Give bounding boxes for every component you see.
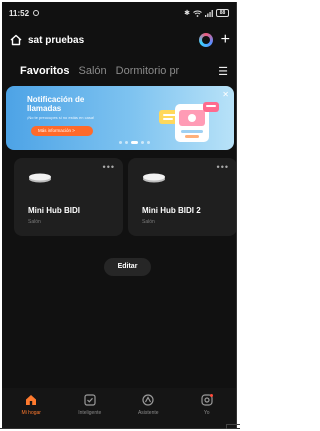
banner-page-dot — [119, 141, 122, 144]
screen-edge — [236, 2, 237, 428]
device-card[interactable]: ••• Mini Hub BIDI Salón — [14, 158, 123, 236]
call-notification-illustration — [159, 102, 219, 142]
banner-close-icon[interactable]: ✕ — [222, 90, 229, 99]
edit-button[interactable]: Editar — [104, 258, 151, 276]
nav-asistente[interactable]: Asistente — [119, 388, 178, 428]
home-header: sat pruebas + — [10, 30, 230, 50]
nav-label: Mi hogar — [21, 410, 41, 416]
promo-banner[interactable]: Notificación de llamadas ¡No te preocupe… — [6, 86, 234, 150]
bluetooth-icon: ✱ — [184, 10, 190, 17]
device-room: Salón — [142, 219, 155, 225]
mini-hub-device-icon — [143, 173, 165, 183]
banner-more-info-button[interactable]: Más información > — [31, 126, 93, 136]
add-device-button[interactable]: + — [221, 32, 230, 48]
nav-label: Asistente — [137, 410, 159, 416]
home-icon — [26, 395, 37, 405]
device-more-icon[interactable]: ••• — [103, 162, 115, 172]
assistant-icon — [142, 394, 154, 406]
wifi-icon — [193, 10, 202, 17]
nav-mi-hogar[interactable]: Mi hogar — [2, 388, 61, 428]
profile-icon — [201, 394, 213, 406]
banner-page-dot — [125, 141, 128, 144]
tabs-menu-icon[interactable]: ☰ — [214, 65, 228, 78]
tab-salon[interactable]: Salón — [79, 65, 107, 77]
banner-subtitle: ¡No te preocupes si no estás en casa! — [27, 115, 95, 120]
tab-favoritos[interactable]: Favoritos — [20, 65, 70, 77]
banner-page-dot-active — [131, 141, 138, 144]
nav-label: Inteligente — [78, 410, 102, 416]
device-room: Salón — [28, 219, 41, 225]
status-bar: 11:52 ✱ 88 — [2, 2, 236, 24]
nav-label: Yo — [203, 410, 210, 416]
banner-pagination — [119, 141, 150, 144]
signal-icon — [205, 9, 213, 17]
screen-bottom-edge — [0, 428, 240, 429]
nav-inteligente[interactable]: Inteligente — [61, 388, 120, 428]
phone-screen: 11:52 ✱ 88 sat pruebas + Favoritos Salón… — [2, 2, 236, 428]
device-card[interactable]: ••• Mini Hub BIDI 2 Salón — [128, 158, 236, 236]
nav-yo[interactable]: Yo — [178, 388, 237, 428]
room-tabs: Favoritos Salón Dormitorio pr ☰ — [20, 62, 230, 80]
battery-icon: 88 — [216, 9, 229, 17]
status-icons: ✱ 88 — [184, 9, 229, 17]
checkbox-icon — [84, 394, 96, 406]
assistant-ring-icon[interactable] — [198, 33, 213, 47]
banner-title: Notificación de llamadas — [27, 95, 85, 113]
corner-mark — [226, 424, 240, 429]
banner-page-dot — [141, 141, 144, 144]
status-time: 11:52 — [9, 8, 30, 18]
bottom-navigation: Mi hogar Inteligente Asistente Yo — [2, 388, 236, 428]
home-selector[interactable]: sat pruebas — [28, 35, 84, 46]
mini-hub-device-icon — [29, 173, 51, 183]
do-not-disturb-icon — [33, 10, 40, 16]
banner-page-dot — [147, 141, 150, 144]
tab-dormitorio[interactable]: Dormitorio pr — [116, 65, 180, 77]
device-name: Mini Hub BIDI 2 — [142, 206, 201, 215]
device-name: Mini Hub BIDI — [28, 206, 80, 215]
device-more-icon[interactable]: ••• — [217, 162, 229, 172]
home-icon[interactable] — [10, 34, 22, 46]
